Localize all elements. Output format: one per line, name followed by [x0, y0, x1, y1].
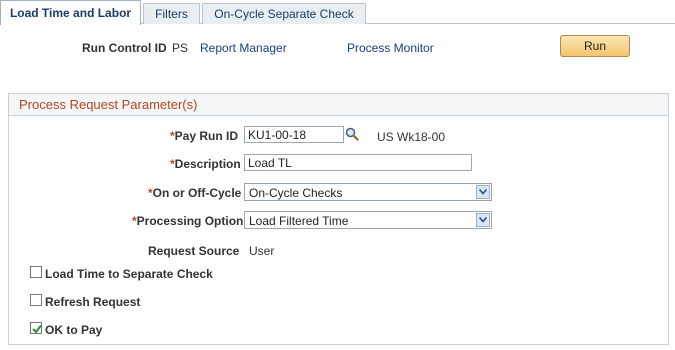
tab-load-time-and-labor[interactable]: Load Time and Labor	[0, 0, 141, 25]
report-manager-link[interactable]: Report Manager	[200, 41, 287, 55]
pay-run-id-description: US Wk18-00	[377, 130, 446, 144]
pay-run-id-label-text: Pay Run ID	[174, 129, 239, 143]
process-monitor-link[interactable]: Process Monitor	[347, 41, 434, 55]
chevron-down-icon[interactable]	[476, 185, 490, 199]
on-off-cycle-label: *On or Off-Cycle	[148, 186, 241, 200]
tab-bar: Load Time and Labor Filters On-Cycle Sep…	[0, 0, 675, 25]
refresh-request-checkbox[interactable]	[30, 294, 42, 306]
load-time-separate-checkbox[interactable]	[30, 266, 42, 278]
group-header: Process Request Parameter(s)	[9, 94, 668, 116]
group-title: Process Request Parameter(s)	[19, 97, 198, 112]
refresh-request-label: Refresh Request	[45, 295, 141, 309]
run-control-id-value: PS	[172, 41, 189, 55]
on-off-cycle-select[interactable]: On-Cycle Checks	[244, 183, 492, 201]
on-off-cycle-label-text: On or Off-Cycle	[152, 186, 242, 200]
processing-option-label: *Processing Option	[132, 214, 243, 228]
tab-on-cycle-separate-check[interactable]: On-Cycle Separate Check	[202, 3, 366, 24]
description-label-text: Description	[174, 157, 241, 171]
chevron-down-icon[interactable]	[476, 213, 490, 227]
ok-to-pay-label: OK to Pay	[45, 323, 103, 337]
pay-run-id-input[interactable]: KU1-00-18	[244, 126, 344, 143]
processing-option-label-text: Processing Option	[136, 214, 244, 228]
on-off-cycle-selected-value: On-Cycle Checks	[249, 186, 343, 200]
processing-option-selected-value: Load Filtered Time	[249, 214, 349, 228]
request-source-label: Request Source	[148, 244, 240, 258]
pay-run-id-label: *Pay Run ID	[170, 129, 238, 143]
request-source-value: User	[249, 244, 275, 258]
description-label: *Description	[170, 157, 241, 171]
ok-to-pay-checkbox[interactable]	[30, 322, 42, 334]
search-icon[interactable]	[345, 127, 359, 141]
processing-option-select[interactable]: Load Filtered Time	[244, 211, 492, 229]
run-control-id-label: Run Control ID	[82, 41, 167, 55]
checkmark-icon	[32, 324, 42, 334]
tab-filters[interactable]: Filters	[143, 3, 200, 24]
load-time-separate-label: Load Time to Separate Check	[45, 267, 213, 281]
run-button[interactable]: Run	[560, 35, 630, 57]
description-input[interactable]: Load TL	[244, 154, 472, 171]
